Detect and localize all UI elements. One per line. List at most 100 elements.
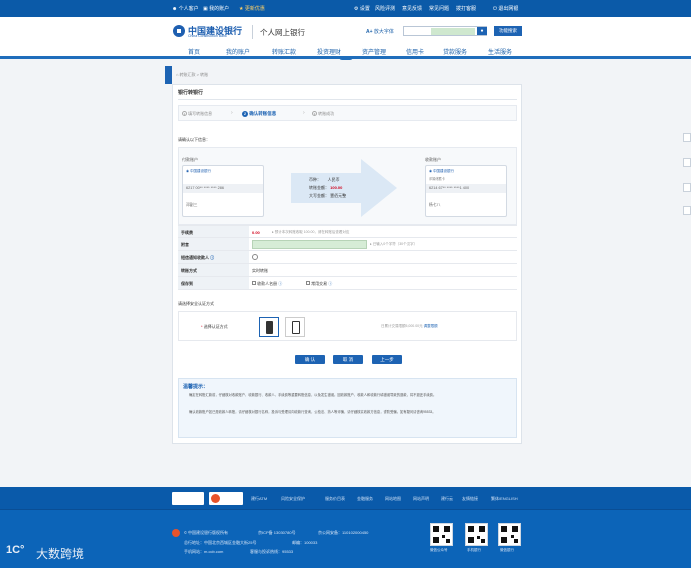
footer-link-cloud[interactable]: 建行云 bbox=[441, 496, 453, 502]
ccb-logo-icon bbox=[173, 25, 185, 37]
gear-icon: ⚙ bbox=[354, 6, 359, 12]
help-icon[interactable]: ⓘ bbox=[278, 281, 282, 286]
font-size-icon: A+ bbox=[366, 29, 373, 35]
watermark-text: 大数跨境 bbox=[36, 547, 85, 561]
usb-key-icon bbox=[266, 321, 273, 334]
wechat-official-qr bbox=[430, 523, 453, 546]
mobile-auth-option[interactable] bbox=[285, 317, 305, 337]
logout-link[interactable]: ⏻ 退出网银 bbox=[493, 5, 518, 12]
font-size-toggle[interactable]: A+ 放大字体 bbox=[366, 28, 394, 35]
bank-name-en: China Construction Bank bbox=[188, 34, 227, 38]
faq-link[interactable]: 常见问题 bbox=[429, 5, 449, 12]
help-icon[interactable]: ⓘ bbox=[210, 255, 214, 260]
tips-title: 温馨提示： bbox=[183, 384, 209, 390]
side-tool-2[interactable] bbox=[683, 158, 691, 167]
qr-label-wechat-bank: 微信银行 bbox=[500, 548, 514, 552]
payee-list-checkbox[interactable] bbox=[252, 281, 256, 285]
tip-1: 确定在转账汇款前，仔细核对收款账户、收款银行、收款人、手续费等重要转账信息，以免… bbox=[189, 393, 437, 397]
payer-name: 邓副三 bbox=[186, 203, 198, 207]
side-tool-3[interactable] bbox=[683, 183, 691, 192]
tip-2: 确认收款账户如已是收款人转账，请仔细核对银行名称，投诉与受理请向收款行查询，公检… bbox=[189, 410, 436, 414]
panel-title: 银行转银行 bbox=[178, 90, 204, 96]
risk-test-link[interactable]: 风险评测 bbox=[375, 5, 395, 12]
watermark-logo-icon: 1C° bbox=[6, 544, 25, 556]
footer-links: 建行ATM 风险安全保护 服务价目表 金融服务 网站地图 网站声明 建行云 友情… bbox=[0, 487, 691, 510]
side-menu-tab[interactable] bbox=[165, 66, 172, 84]
function-search-button[interactable]: 功能搜索 bbox=[494, 26, 522, 36]
transfer-summary: 付款账户 ◉ 中国建设银行 6217 00** **** **** 286 邓副… bbox=[178, 147, 517, 225]
nav-assets[interactable]: 资产管理 bbox=[362, 47, 386, 56]
nav-credit-card[interactable]: 信用卡 bbox=[406, 47, 424, 56]
divider bbox=[178, 99, 517, 100]
head-office-address: 总行地址：中国北京西城区金融大街25号 bbox=[184, 540, 257, 545]
footer-link-prices[interactable]: 服务价目表 bbox=[325, 496, 345, 502]
home-icon: ⌂ bbox=[176, 72, 179, 77]
security-box: * 选择认证方式 日累计交易限额5,000.00元 调整限额 bbox=[178, 311, 517, 341]
mobile-site: 手机网站：m.ccb.com bbox=[184, 549, 224, 554]
chevron-right-icon: › bbox=[231, 110, 233, 116]
footer-link-statement[interactable]: 网站声明 bbox=[413, 496, 429, 502]
method-row: 转账方式 实时转账 bbox=[178, 264, 517, 277]
footer-link-english[interactable]: 繁体/ENGLISH bbox=[491, 496, 518, 502]
side-tool-1[interactable] bbox=[683, 133, 691, 142]
transfer-panel: 银行转银行 1 填写转账信息 › 2 确认转账信息 › 3 转账成功 请确认以下… bbox=[172, 84, 522, 444]
payee-bank-sub: 邓娟储蓄卡 bbox=[429, 177, 445, 181]
logout-icon: ⏻ bbox=[493, 6, 497, 12]
qr-label-mobile-bank: 手机银行 bbox=[467, 548, 481, 552]
footer-link-atm[interactable]: 建行ATM bbox=[251, 496, 267, 502]
nav-collapse-handle[interactable] bbox=[339, 56, 353, 60]
sms-label: 短信通知收款人 ⓘ bbox=[181, 255, 215, 260]
previous-step-button[interactable]: 上一步 bbox=[372, 355, 402, 364]
amount-value: 100.00 bbox=[330, 185, 343, 190]
frequent-checkbox[interactable] bbox=[306, 281, 310, 285]
back-to-top-icon[interactable] bbox=[683, 206, 691, 215]
remark-label: 附言 bbox=[181, 242, 189, 247]
security-badge[interactable] bbox=[172, 492, 204, 505]
user-icon: ☻ bbox=[172, 6, 178, 12]
nav-loans[interactable]: 贷款服务 bbox=[443, 47, 467, 56]
tips-box: 温馨提示： 确定在转账汇款前，仔细核对收款账户、收款银行、收款人、手续费等重要转… bbox=[178, 378, 517, 438]
adjust-limit-link[interactable]: 调整限额 bbox=[424, 324, 438, 328]
sms-checkbox[interactable] bbox=[252, 254, 258, 260]
footer-link-risk[interactable]: 风险安全保护 bbox=[281, 496, 305, 502]
payee-bank: ◉ 中国建设银行 bbox=[429, 169, 455, 173]
portal-title: 个人网上银行 bbox=[260, 28, 305, 37]
voice-search-icon[interactable]: ● bbox=[477, 27, 487, 35]
trust-badge[interactable] bbox=[209, 492, 243, 505]
usb-key-option[interactable] bbox=[259, 317, 279, 337]
personal-client-link[interactable]: ☻ 个人客户 bbox=[172, 5, 199, 12]
remark-input[interactable] bbox=[252, 240, 367, 249]
promo-link[interactable]: ★ 更新优惠 bbox=[239, 5, 265, 12]
fee-row: 手续费 0.00 ▸ 预计本次转账收取 100.00，请在转账后查看对应 bbox=[178, 225, 517, 238]
search-box[interactable]: ● bbox=[403, 26, 487, 36]
footer-link-friends[interactable]: 友情链接 bbox=[462, 496, 478, 502]
footer-link-sitemap[interactable]: 网站地图 bbox=[385, 496, 401, 502]
save-frequent-option[interactable]: 常用交易 ⓘ bbox=[306, 281, 332, 287]
method-label: 转账方式 bbox=[181, 268, 197, 273]
save-label: 保存到 bbox=[181, 281, 193, 286]
nav-transfer[interactable]: 转账汇款 bbox=[272, 47, 296, 56]
nav-home[interactable]: 首页 bbox=[188, 47, 200, 56]
payer-heading: 付款账户 bbox=[182, 157, 198, 162]
nav-my-account[interactable]: 我的账户 bbox=[226, 47, 250, 56]
confirm-button[interactable]: 确 认 bbox=[295, 355, 325, 364]
info-icon: ▸ bbox=[370, 242, 372, 246]
search-input[interactable] bbox=[431, 28, 475, 35]
fee-note: ▸ 预计本次转账收取 100.00，请在转账后查看对应 bbox=[272, 230, 350, 234]
save-payee-option[interactable]: 收款人名册 ⓘ bbox=[252, 281, 282, 287]
help-icon[interactable]: ⓘ bbox=[328, 281, 332, 286]
nav-investment[interactable]: 投资理财 bbox=[317, 47, 341, 56]
my-account-link[interactable]: ▣ 我的账户 bbox=[203, 5, 229, 12]
payee-card: ◉ 中国建设银行 邓娟储蓄卡 6214 67** **** ****1 400 … bbox=[425, 165, 507, 217]
icp-number: 京ICP备 13030780号 bbox=[258, 530, 296, 535]
footer-link-finance[interactable]: 金融服务 bbox=[357, 496, 373, 502]
cancel-button[interactable]: 取 消 bbox=[333, 355, 363, 364]
service-link[interactable]: 拨打客服 bbox=[456, 5, 476, 12]
feedback-link[interactable]: 意见反馈 bbox=[402, 5, 422, 12]
settings-link[interactable]: ⚙ 设置 bbox=[354, 5, 370, 12]
hotline: 客服与投诉热线：95533 bbox=[250, 549, 294, 554]
security-record: 京公网安备：110102000450 bbox=[318, 530, 369, 535]
nav-life-services[interactable]: 生活服务 bbox=[488, 47, 512, 56]
method-value: 实时转账 bbox=[252, 268, 268, 273]
phone-icon bbox=[292, 321, 300, 334]
